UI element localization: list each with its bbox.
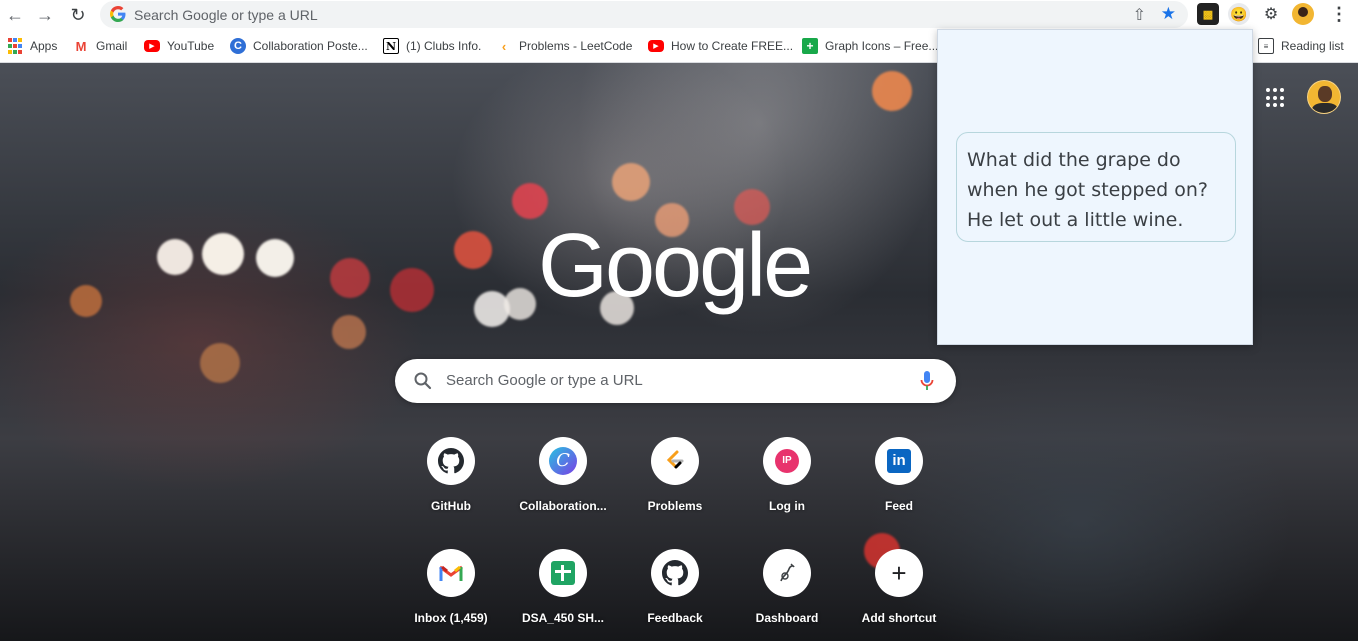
omnibox[interactable]: Search Google or type a URL ⇧ ★ <box>100 1 1188 28</box>
bokeh-light <box>256 239 294 277</box>
bookmark-how-to-create[interactable]: ▶ How to Create FREE... <box>648 38 793 54</box>
leetcode-icon <box>651 437 699 485</box>
shortcut-title: Feedback <box>647 611 703 625</box>
bookmark-label: Collaboration Poste... <box>253 39 368 53</box>
microphone-icon[interactable] <box>920 370 934 392</box>
bookmark-collaboration[interactable]: C Collaboration Poste... <box>230 38 368 54</box>
github-icon <box>427 437 475 485</box>
google-logo: Google <box>538 216 813 316</box>
shortcut-title: Dashboard <box>755 611 819 625</box>
shortcut-dashboard[interactable]: Dashboard <box>731 549 843 641</box>
bokeh-light <box>504 288 536 320</box>
bokeh-light <box>454 231 492 269</box>
dashboard-icon <box>763 549 811 597</box>
shortcut-github[interactable]: GitHub <box>395 437 507 549</box>
bokeh-light <box>157 239 193 275</box>
extension-icon[interactable]: ▩ <box>1197 3 1219 25</box>
joke-card: What did the grape do when he got steppe… <box>956 132 1236 242</box>
google-g-icon <box>110 6 126 22</box>
joke-extension-popup: What did the grape do when he got steppe… <box>937 29 1253 345</box>
account-avatar[interactable] <box>1307 80 1341 114</box>
plus-icon: + <box>875 549 923 597</box>
bookmark-label: Graph Icons – Free... <box>825 39 939 53</box>
bookmark-label: Problems - LeetCode <box>519 39 633 53</box>
share-icon[interactable]: ⇧ <box>1133 5 1146 25</box>
avatar-body <box>1312 103 1338 113</box>
bookmark-label: YouTube <box>167 39 215 53</box>
search-icon <box>414 372 432 390</box>
shortcut-title: GitHub <box>431 499 471 513</box>
shortcut-title: Add shortcut <box>861 611 937 625</box>
joke-line: He let out a little wine. <box>967 209 1184 231</box>
bookmark-clubs-info[interactable]: N (1) Clubs Info. <box>383 38 481 54</box>
bokeh-light <box>612 163 650 201</box>
bookmark-label: Apps <box>30 39 58 53</box>
gmail-icon <box>427 549 475 597</box>
joke-line: when he got stepped on? <box>967 179 1208 201</box>
bokeh-light <box>330 258 370 298</box>
browser-toolbar: ← → ↻ Search Google or type a URL ⇧ ★ ▩ … <box>0 0 1358 29</box>
google-apps-icon[interactable] <box>1266 88 1286 108</box>
search-placeholder: Search Google or type a URL <box>446 372 643 389</box>
joke-extension-icon[interactable]: 😀 <box>1228 3 1250 25</box>
green-icon: + <box>802 38 818 54</box>
bookmark-gmail[interactable]: M Gmail <box>73 38 128 54</box>
apps-grid-icon <box>7 38 23 54</box>
shortcut-add[interactable]: + Add shortcut <box>843 549 955 641</box>
youtube-icon: ▶ <box>144 40 160 52</box>
shortcut-login[interactable]: IP Log in <box>731 437 843 549</box>
bokeh-light <box>70 285 102 317</box>
linkedin-icon: in <box>875 437 923 485</box>
canva-icon: C <box>539 437 587 485</box>
bokeh-light <box>512 183 548 219</box>
bokeh-light <box>872 71 912 111</box>
shortcut-feed[interactable]: in Feed <box>843 437 955 549</box>
bokeh-light <box>332 315 366 349</box>
youtube-icon: ▶ <box>648 40 664 52</box>
bookmark-apps[interactable]: Apps <box>7 38 57 54</box>
bookmark-label: How to Create FREE... <box>671 39 794 53</box>
profile-avatar[interactable] <box>1292 3 1314 25</box>
bookmark-youtube[interactable]: ▶ YouTube <box>144 38 214 54</box>
shortcut-problems[interactable]: Problems <box>619 437 731 549</box>
leetcode-icon: ‹ <box>501 38 507 54</box>
reading-list-button[interactable]: ≡ Reading list <box>1258 38 1344 54</box>
shortcut-title: Feed <box>884 499 913 513</box>
bookmark-leetcode[interactable]: ‹ Problems - LeetCode <box>496 38 633 54</box>
reload-icon[interactable]: ↻ <box>66 3 90 27</box>
shortcut-title: DSA_450 SH... <box>521 611 605 625</box>
shortcut-dsa450[interactable]: DSA_450 SH... <box>507 549 619 641</box>
chrome-menu-icon[interactable]: ⋮ <box>1330 3 1348 25</box>
bookmark-graph-icons[interactable]: + Graph Icons – Free... <box>802 38 938 54</box>
joke-line: What did the grape do <box>967 149 1181 171</box>
canva-icon: C <box>230 38 246 54</box>
ip-icon: IP <box>763 437 811 485</box>
shortcut-title: Problems <box>647 499 703 513</box>
omnibox-placeholder: Search Google or type a URL <box>134 7 318 23</box>
shortcut-inbox[interactable]: Inbox (1,459) <box>395 549 507 641</box>
avatar-head <box>1318 86 1332 102</box>
bokeh-light <box>390 268 434 312</box>
forward-arrow-icon[interactable]: → <box>33 3 57 27</box>
gmail-icon: M <box>75 38 87 54</box>
sheets-icon <box>539 549 587 597</box>
reading-list-label: Reading list <box>1281 39 1344 53</box>
bokeh-light <box>200 343 240 383</box>
bookmark-label: Gmail <box>96 39 128 53</box>
github-icon <box>651 549 699 597</box>
reading-list-icon: ≡ <box>1258 38 1274 54</box>
shortcut-title: Inbox (1,459) <box>414 611 488 625</box>
notion-icon: N <box>383 38 399 54</box>
back-arrow-icon[interactable]: ← <box>3 3 27 27</box>
extensions-puzzle-icon[interactable]: ⚙ <box>1260 3 1282 25</box>
bookmark-star-icon[interactable]: ★ <box>1161 4 1176 24</box>
ntp-search-box[interactable]: Search Google or type a URL <box>395 359 956 403</box>
shortcut-title: Log in <box>769 499 805 513</box>
shortcut-collaboration[interactable]: C Collaboration... <box>507 437 619 549</box>
bookmark-label: (1) Clubs Info. <box>406 39 482 53</box>
bokeh-light <box>202 233 244 275</box>
shortcut-title: Collaboration... <box>519 499 607 513</box>
shortcut-feedback[interactable]: Feedback <box>619 549 731 641</box>
